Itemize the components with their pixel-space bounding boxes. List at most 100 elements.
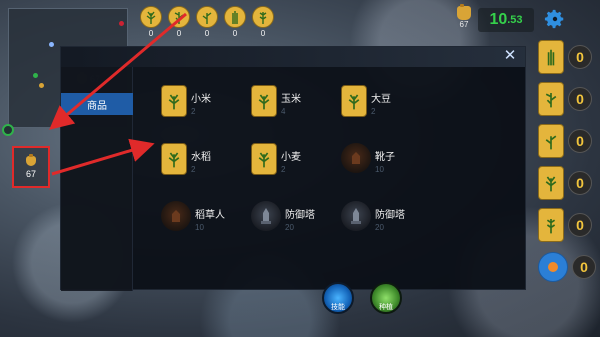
wallet-money-value: 67 (25, 168, 36, 179)
shop-item-name: 靴子 (375, 152, 395, 163)
shop-item-price: 10 (195, 223, 204, 232)
right-slot[interactable]: 0 (538, 82, 596, 116)
shop-item-price: 10 (375, 165, 384, 174)
shop-item[interactable]: 防御塔 20 (341, 201, 431, 237)
shop-item-text: 小麦 2 (281, 143, 301, 174)
seed-count: 0 (232, 29, 238, 38)
scarecrow-icon (161, 201, 191, 231)
minimap-player-marker (33, 73, 38, 78)
rice-sprout-icon (538, 40, 564, 74)
shop-sidebar: 商品 (61, 67, 133, 291)
seed-slot[interactable]: 0 (196, 6, 218, 38)
shop-item[interactable]: 靴子 10 (341, 143, 431, 179)
right-slot[interactable]: 0 (538, 124, 596, 158)
top-money-value: 67 (459, 20, 469, 29)
right-slot[interactable]: 0 (538, 166, 596, 200)
tab-goods[interactable]: 商品 (61, 93, 133, 115)
shop-item[interactable]: 防御塔 20 (251, 201, 341, 237)
minimap-ally-marker (49, 42, 54, 47)
seed-slot[interactable]: 0 (168, 6, 190, 38)
seed-pack-icon (341, 85, 367, 117)
shop-item[interactable]: 玉米 4 (251, 85, 341, 121)
bean-sprout-icon (202, 12, 212, 24)
millet-sprout-icon (538, 82, 564, 116)
seed-slot[interactable]: 0 (252, 6, 274, 38)
shop-item-text: 水稻 2 (191, 143, 211, 174)
right-slot[interactable]: 0 (538, 250, 596, 284)
gear-icon[interactable] (544, 8, 566, 30)
seed-count: 0 (176, 29, 182, 38)
game-timer: 10.53 (478, 8, 534, 32)
right-inventory-column: 0 0 0 0 0 0 (538, 40, 596, 284)
timer-fraction: .53 (507, 14, 523, 26)
right-slot-count: 0 (568, 171, 592, 195)
goods-grid: 小米 2 玉米 4 大豆 2 水稻 2 小麦 2 靴子 10 稻草人 10 防御塔 20 防御塔 20 (161, 85, 431, 237)
shop-item-name: 防御塔 (375, 210, 405, 221)
bean-sprout-icon (538, 124, 564, 158)
shop-item-text: 防御塔 20 (375, 201, 405, 232)
seed-pack-icon (161, 85, 187, 117)
shop-item-price: 4 (281, 107, 286, 116)
defense-tower-icon (341, 201, 371, 231)
skill-button-label: 技能 (331, 304, 345, 311)
shop-item[interactable]: 小麦 2 (251, 143, 341, 179)
shop-item-name: 玉米 (281, 94, 301, 105)
money-bag-icon (457, 4, 471, 20)
right-slot-count: 0 (572, 255, 596, 279)
shop-item-text: 稻草人 10 (195, 201, 225, 232)
shop-item-name: 小麦 (281, 152, 301, 163)
player-indicator-icon (2, 124, 14, 136)
shop-item[interactable]: 稻草人 10 (161, 201, 251, 237)
seed-count: 0 (148, 29, 154, 38)
skill-button[interactable]: 技能 (322, 282, 354, 314)
seed-count: 0 (204, 29, 210, 38)
timer-main: 10 (489, 11, 508, 28)
top-money: 67 (452, 4, 476, 30)
defense-tower-icon (251, 201, 281, 231)
seed-count: 0 (260, 29, 266, 38)
shop-item-price: 20 (285, 223, 294, 232)
wheat-sprout-icon (259, 12, 267, 24)
shop-item[interactable]: 大豆 2 (341, 85, 431, 121)
seed-slot[interactable]: 0 (224, 6, 246, 38)
shop-item-price: 20 (375, 223, 384, 232)
shop-item-price: 2 (281, 165, 286, 174)
plant-button[interactable]: 种植 (370, 282, 402, 314)
minimap-item-marker (39, 83, 44, 88)
shop-item-price: 2 (371, 107, 376, 116)
plant-button-label: 种植 (379, 304, 393, 311)
millet-sprout-icon (174, 12, 184, 24)
corn-sprout-icon (146, 11, 156, 24)
blue-orb-icon (538, 252, 568, 282)
shop-item-text: 小米 2 (191, 85, 211, 116)
shop-item-text: 靴子 10 (375, 143, 395, 174)
shop-item[interactable]: 水稻 2 (161, 143, 251, 179)
shop-item-price: 2 (191, 107, 196, 116)
right-slot[interactable]: 0 (538, 208, 596, 242)
shop-item-name: 稻草人 (195, 210, 225, 221)
right-slot[interactable]: 0 (538, 40, 596, 74)
shop-item-name: 水稻 (191, 152, 211, 163)
right-slot-count: 0 (568, 213, 592, 237)
close-icon[interactable]: ✕ (503, 48, 517, 63)
seed-inventory-bar: 0 0 0 0 0 (140, 6, 274, 38)
wheat-sprout-icon (538, 208, 564, 242)
shop-item-name: 防御塔 (285, 210, 315, 221)
boots-icon (341, 143, 371, 173)
shop-header: ✕ (61, 47, 525, 67)
seed-pack-icon (161, 143, 187, 175)
corn-sprout-icon (538, 166, 564, 200)
wallet-button[interactable]: 67 (12, 146, 50, 188)
seed-slot[interactable]: 0 (140, 6, 162, 38)
shop-item-name: 大豆 (371, 94, 391, 105)
shop-item-text: 大豆 2 (371, 85, 391, 116)
seed-pack-icon (251, 143, 277, 175)
right-slot-count: 0 (568, 129, 592, 153)
seed-pack-icon (251, 85, 277, 117)
shop-item-text: 防御塔 20 (285, 201, 315, 232)
shop-item[interactable]: 小米 2 (161, 85, 251, 121)
shop-panel: ✕ 商品 小米 2 玉米 4 大豆 2 水稻 2 小麦 2 靴子 10 稻草人 10 防御塔 20 防御塔 20 (60, 46, 526, 291)
money-bag-icon (26, 153, 36, 166)
shop-item-text: 玉米 4 (281, 85, 301, 116)
shop-item-name: 小米 (191, 94, 211, 105)
